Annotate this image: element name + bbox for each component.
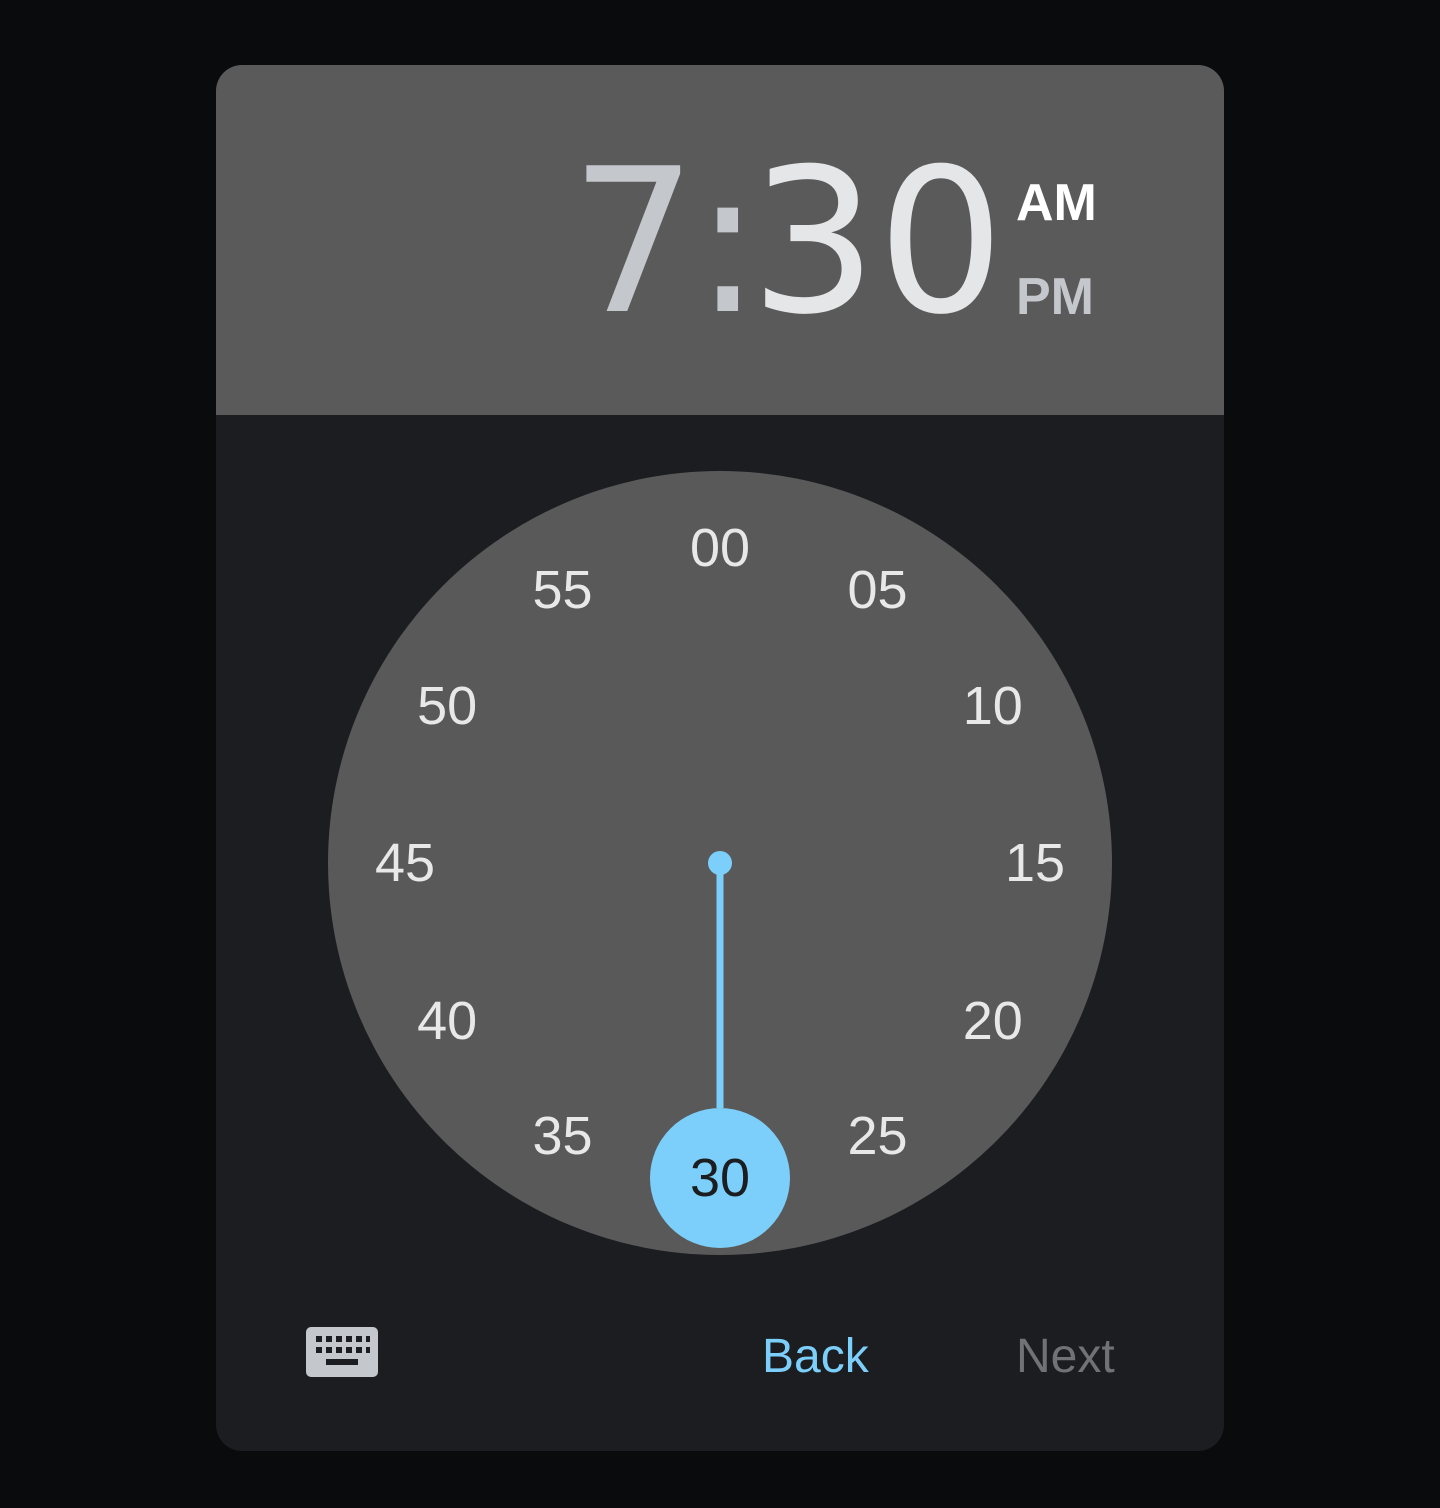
minute-option-50[interactable]: 50 — [397, 676, 497, 736]
minute-option-05[interactable]: 05 — [828, 560, 928, 620]
minute-option-35[interactable]: 35 — [513, 1106, 613, 1166]
minute-option-25[interactable]: 25 — [828, 1106, 928, 1166]
minute-option-40[interactable]: 40 — [397, 991, 497, 1051]
next-button[interactable]: Next — [1016, 1327, 1115, 1387]
keyboard-icon — [306, 1327, 378, 1377]
minute-display[interactable]: 30 — [750, 143, 1005, 343]
minute-option-30[interactable]: 30 — [670, 1148, 770, 1208]
hour-display[interactable]: 7 — [570, 143, 697, 343]
minute-option-55[interactable]: 55 — [513, 560, 613, 620]
back-button[interactable]: Back — [762, 1327, 869, 1387]
time-separator: : — [694, 126, 762, 359]
time-header: 7 : 30 AM PM — [216, 65, 1224, 415]
keyboard-toggle-button[interactable] — [306, 1327, 378, 1377]
minute-option-10[interactable]: 10 — [943, 676, 1043, 736]
time-picker-dialog: 7 : 30 AM PM 00 05 10 15 20 25 30 35 40 45 50 55 — [216, 65, 1224, 1451]
minute-option-15[interactable]: 15 — [985, 833, 1085, 893]
minute-option-45[interactable]: 45 — [355, 833, 455, 893]
pm-toggle[interactable]: PM — [1016, 271, 1106, 323]
minute-option-20[interactable]: 20 — [943, 991, 1043, 1051]
minute-option-00[interactable]: 00 — [670, 518, 770, 578]
am-toggle[interactable]: AM — [1016, 177, 1106, 229]
clock-dial[interactable]: 00 05 10 15 20 25 30 35 40 45 50 55 — [328, 471, 1112, 1255]
